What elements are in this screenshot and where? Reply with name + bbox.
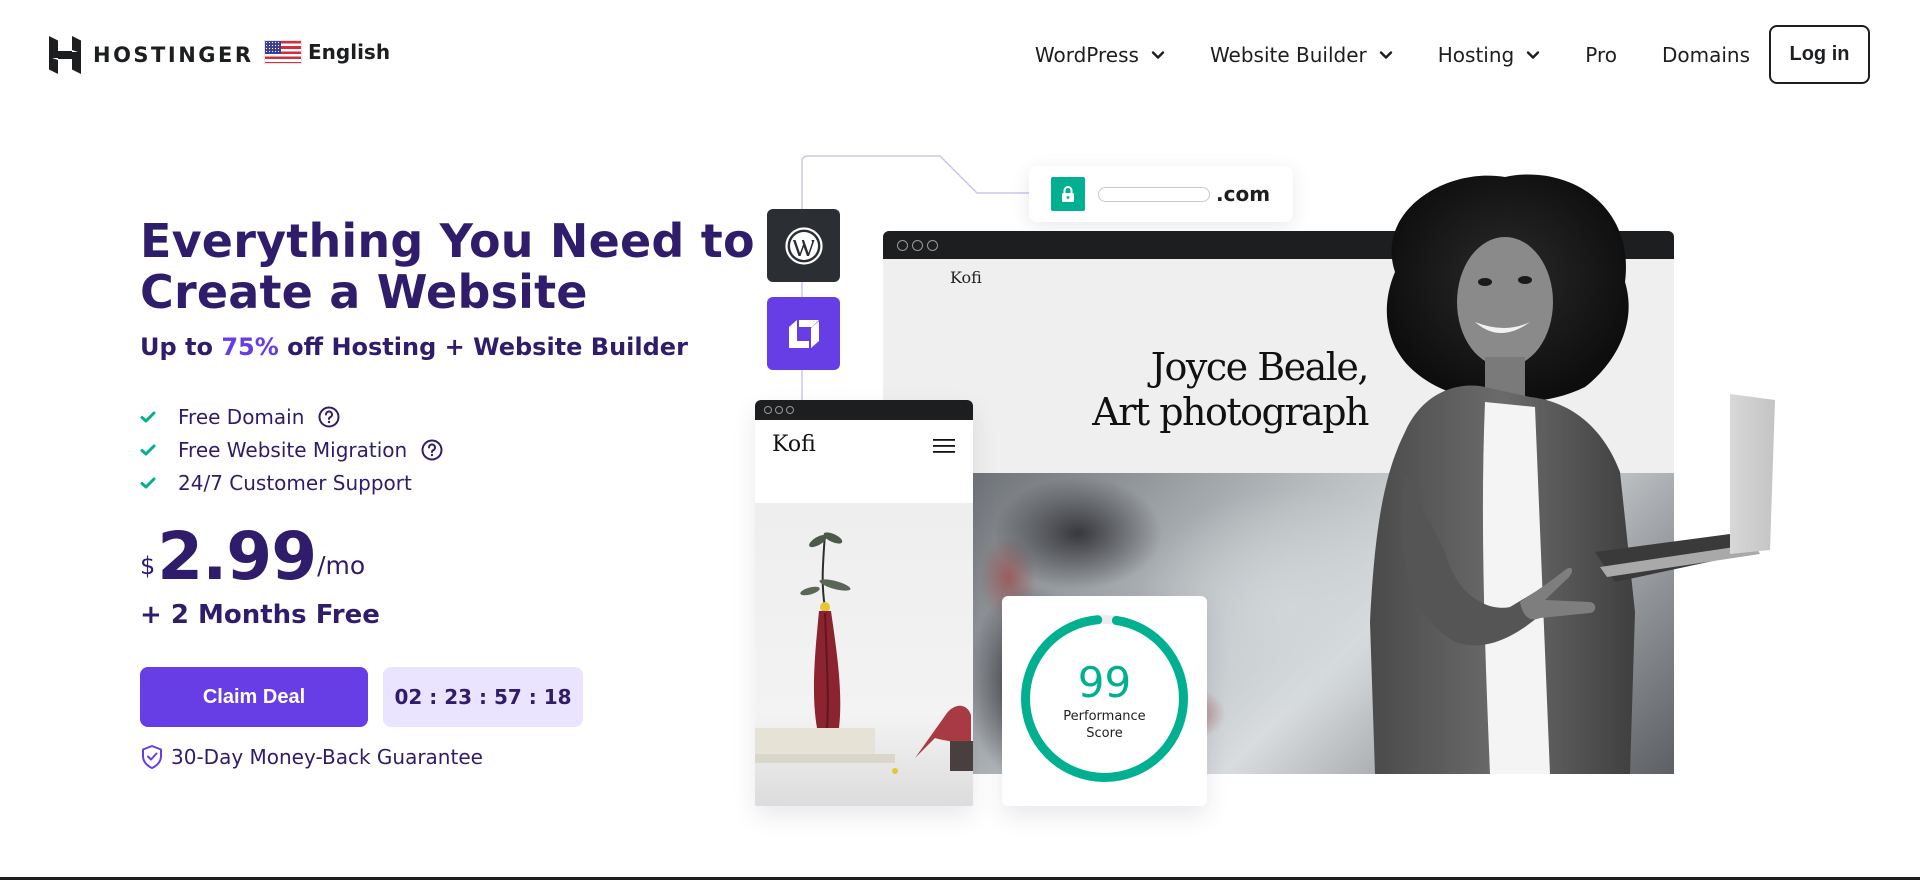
shield-check-icon [142, 745, 162, 769]
mobile-site-brand: Kofi [772, 432, 816, 457]
help-icon[interactable] [421, 439, 443, 461]
chevron-down-icon [1527, 51, 1540, 59]
vase-photo [755, 503, 973, 806]
nav-label: Website Builder [1209, 43, 1367, 67]
domain-url-card: .com [1029, 166, 1293, 222]
help-icon[interactable] [318, 406, 340, 428]
ssl-lock-badge [1051, 177, 1085, 211]
price-currency: $ [140, 552, 156, 580]
nav-label: Hosting [1437, 43, 1515, 67]
mobile-titlebar [755, 400, 973, 420]
window-dot [912, 239, 923, 251]
performance-score-value: 99 [1077, 658, 1132, 707]
guarantee-label: 30-Day Money-Back Guarantee [171, 745, 483, 769]
money-back-guarantee: 30-Day Money-Back Guarantee [140, 744, 483, 770]
price-period: /mo [317, 551, 366, 580]
hostinger-logo-icon [49, 36, 81, 74]
claim-deal-button[interactable]: Claim Deal [140, 667, 368, 727]
main-nav: WordPress Website Builder Hosting Pro Do… [990, 38, 1750, 72]
site-header: HOSTINGER English WordPress Website Buil… [0, 0, 1920, 110]
chevron-down-icon [1151, 51, 1165, 59]
nav-item-website-builder[interactable]: Website Builder [1210, 43, 1393, 67]
hero-title-line1: Everything You Need to [140, 214, 755, 268]
feature-label: 24/7 Customer Support [178, 470, 412, 495]
desktop-site-brand: Kofi [950, 268, 982, 287]
nav-label: WordPress [1034, 43, 1139, 67]
nav-label: Domains [1661, 43, 1750, 67]
language-label: English [308, 40, 391, 64]
subtitle-suffix: off Hosting + Website Builder [287, 333, 688, 361]
nav-item-pro[interactable]: Pro [1585, 43, 1617, 67]
us-flag-icon [264, 40, 302, 64]
hamburger-menu-icon [933, 439, 955, 453]
hostinger-logo[interactable]: HOSTINGER [49, 36, 254, 74]
discount-percent: 75% [221, 333, 279, 361]
window-dot [764, 406, 772, 414]
feature-item: Free Website Migration [140, 433, 443, 466]
window-dot [897, 239, 908, 251]
nav-item-domains[interactable]: Domains [1662, 43, 1750, 67]
window-dot [786, 406, 794, 414]
check-icon [140, 444, 156, 455]
feature-list: Free Domain Free Website Migration 24/7 … [140, 400, 443, 499]
mobile-site-preview: Kofi [755, 400, 973, 806]
lock-icon [1062, 186, 1074, 202]
hero-subtitle: Up to 75% off Hosting + Website Builder [140, 333, 688, 361]
check-icon [140, 477, 156, 488]
subtitle-prefix: Up to [140, 333, 213, 361]
website-builder-icon [788, 319, 819, 348]
nav-item-wordpress[interactable]: WordPress [1035, 43, 1165, 67]
performance-score-card: 99 Performance Score [1002, 596, 1207, 806]
feature-item: Free Domain [140, 400, 443, 433]
wordpress-icon [784, 226, 823, 265]
hero-title: Everything You Need to Create a Website [140, 216, 755, 318]
bonus-offer: + 2 Months Free [140, 600, 380, 630]
hero-title-line2: Create a Website [140, 265, 588, 319]
url-field [1098, 186, 1210, 202]
performance-score-label: Performance Score [1002, 708, 1207, 742]
domain-tld: .com [1216, 182, 1271, 206]
performance-label-line1: Performance [1063, 709, 1146, 724]
wordpress-app-icon [767, 209, 840, 282]
desktop-site-headline: Joyce Beale, Art photograph [1068, 345, 1369, 435]
language-selector[interactable]: English [264, 40, 390, 64]
window-dot [775, 406, 783, 414]
website-builder-app-icon [767, 297, 840, 370]
window-dot [927, 239, 938, 251]
chevron-down-icon [1379, 51, 1392, 59]
price: $ 2.99 /mo [140, 524, 365, 590]
check-icon [140, 411, 156, 422]
brand-name: HOSTINGER [93, 43, 254, 67]
price-amount: 2.99 [157, 518, 317, 595]
vase-illustration [755, 532, 973, 774]
nav-item-hosting[interactable]: Hosting [1438, 43, 1540, 67]
feature-label: Free Domain [178, 404, 305, 429]
desktop-headline-line2: Art photograph [1092, 390, 1369, 434]
woman-with-laptop-image [1370, 174, 1775, 774]
feature-label: Free Website Migration [178, 437, 408, 462]
countdown-timer: 02 : 23 : 57 : 18 [383, 667, 583, 727]
performance-label-line2: Score [1086, 726, 1123, 741]
nav-label: Pro [1585, 43, 1617, 67]
feature-item: 24/7 Customer Support [140, 466, 443, 499]
login-button[interactable]: Log in [1769, 25, 1870, 84]
